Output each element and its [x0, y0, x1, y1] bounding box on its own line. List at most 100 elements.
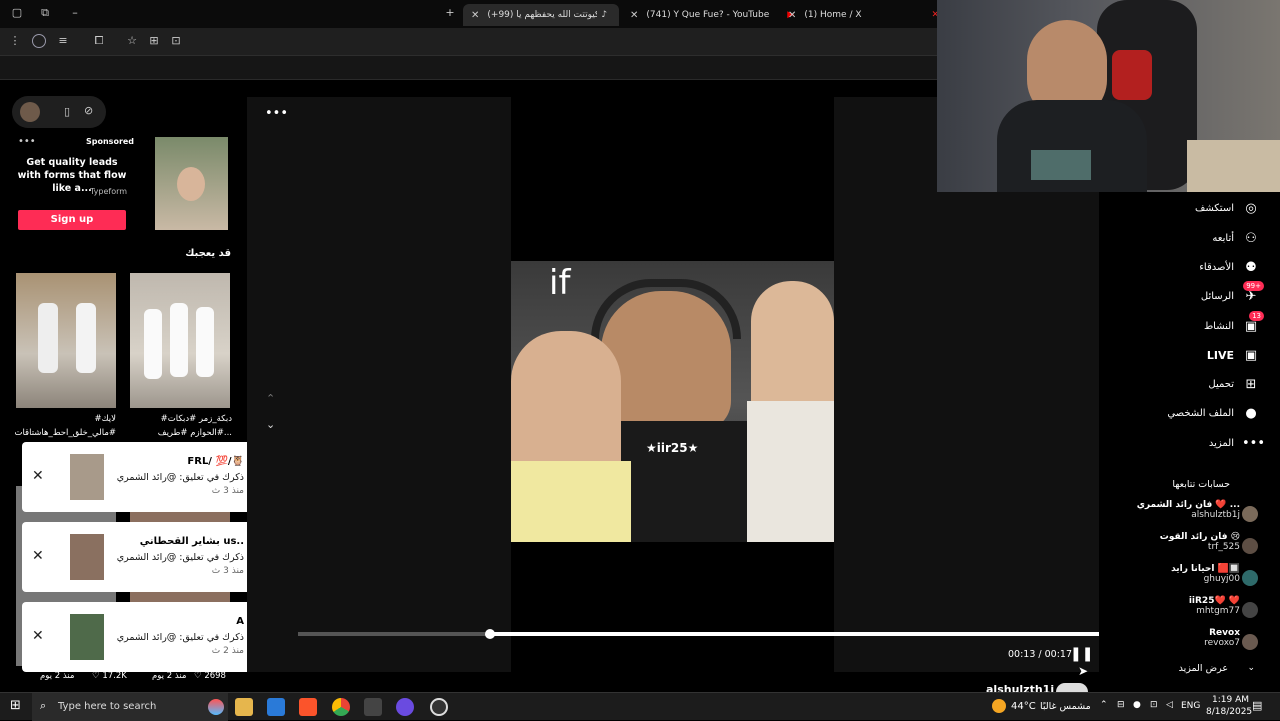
nav-item-2[interactable]: الأصدقاء ⚉ [1199, 260, 1260, 275]
new-tab-icon[interactable]: + [443, 6, 457, 20]
progress-thumb[interactable] [485, 629, 495, 639]
nav-item-7[interactable]: الملف الشخصي ● [1167, 406, 1260, 421]
mini-player-controls: ▯ ⊘ [12, 96, 106, 128]
close-icon[interactable]: ✕ [32, 468, 44, 484]
following-item[interactable]: فان رائد القوت 😢 trf_525 [1160, 532, 1240, 552]
clock-time[interactable]: 1:19 AM [1212, 695, 1249, 705]
close-icon[interactable]: ✕ [32, 628, 44, 644]
app-icon[interactable] [364, 698, 382, 716]
sponsored-label: Sponsored [86, 137, 135, 146]
cushion [1187, 140, 1280, 192]
avatar[interactable] [1242, 602, 1258, 618]
windows-start-icon[interactable]: ⊞ [10, 698, 21, 713]
video-figure [144, 309, 162, 379]
next-video-icon[interactable]: ⌄ [266, 418, 275, 431]
upload-icon: ⊞ [1245, 377, 1257, 392]
taskbar: ⊞ ⌕ Type here to search 44°C مشمس غالبًا… [0, 692, 1280, 721]
taskbar-search[interactable]: ⌕ Type here to search [32, 693, 228, 721]
menu-dots-icon[interactable]: ⋮ [8, 34, 22, 48]
nav-item-5[interactable]: LIVE ▣ [1207, 348, 1260, 363]
browser-tab-bar: ▢ ⧉ – + ✕ (+99) كيوتتت الله يحفظهم يا...… [0, 0, 939, 28]
chrome-icon[interactable] [332, 698, 350, 716]
more-options-icon[interactable]: ••• [265, 106, 288, 121]
media-control-icon[interactable]: ≡ [56, 34, 70, 48]
close-icon[interactable]: ✕ [471, 10, 479, 21]
tray-icon[interactable]: ⊟ [1117, 700, 1125, 710]
minimize-icon[interactable]: – [68, 6, 82, 20]
restore-icon[interactable]: ⧉ [38, 6, 52, 20]
ad-image[interactable] [155, 137, 228, 230]
following-item[interactable]: فان رائد الشمري ❤️ ... alshulztb1j [1137, 500, 1240, 520]
pause-icon[interactable]: ❚❚ [1070, 646, 1093, 662]
previous-video-icon[interactable]: ⌃ [266, 392, 275, 405]
notification-badge: 13 [1249, 311, 1264, 321]
share-icon[interactable]: ⊡ [169, 34, 183, 48]
video-overlay-text: if [549, 263, 571, 303]
nav-item-4[interactable]: النشاط ▣ 13 [1204, 311, 1264, 334]
tray-chevron-icon[interactable]: ⌃ [1100, 700, 1108, 710]
following-item[interactable]: احيانا رايد 🟥🔲 ghuyj00 [1171, 564, 1240, 584]
following-item[interactable]: iiR25❤️ ❤️ mhtgm77 [1189, 596, 1240, 616]
microphone-icon[interactable]: ● [1133, 700, 1141, 710]
language-indicator[interactable]: ENG [1181, 701, 1200, 711]
extension-icon[interactable] [32, 34, 46, 48]
nav-item-1[interactable]: أتابعه ⚇ [1212, 231, 1260, 246]
recommended-video-1[interactable] [16, 273, 116, 408]
tab-x[interactable]: ✕ (1) Home / X ✕ [780, 4, 939, 26]
obs-icon[interactable] [430, 698, 448, 716]
weather-icon [992, 699, 1006, 713]
avatar[interactable] [1242, 570, 1258, 586]
video-child-shirt [747, 401, 834, 542]
compass-icon: ◎ [1245, 201, 1257, 216]
bookmark-star-icon[interactable]: ☆ [125, 34, 139, 48]
browser-toolbar: ⋮ ≡ ⧠ ☆ ⊞ ⊡ [0, 28, 937, 56]
weather-temp[interactable]: 44°C [1011, 701, 1036, 712]
ad-more-icon[interactable]: ••• [18, 136, 36, 147]
video-figure [170, 303, 188, 377]
see-more-link[interactable]: عرض المزيد [1179, 663, 1228, 674]
video-frame[interactable]: if ★iir25★ [511, 261, 834, 542]
author-avatar[interactable] [1056, 683, 1088, 692]
brave-icon[interactable] [299, 698, 317, 716]
close-icon[interactable]: ✕ [630, 10, 638, 21]
close-icon[interactable]: ✕ [788, 10, 796, 21]
video-figure [76, 303, 96, 373]
nav-item-3[interactable]: الرسائل ✈ 99+ [1201, 281, 1264, 304]
notification-center-icon[interactable]: ▤ [1252, 699, 1262, 712]
phone-icon[interactable]: ▯ [64, 105, 70, 118]
avatar[interactable] [1242, 506, 1258, 522]
video-time: منذ 2 يوم [40, 671, 75, 681]
compass-icon[interactable]: ⊘ [84, 104, 93, 117]
avatar[interactable] [20, 102, 40, 122]
discord-icon[interactable] [396, 698, 414, 716]
friends-icon: ⚉ [1245, 260, 1257, 275]
close-icon[interactable]: ✕ [32, 548, 44, 564]
store-icon[interactable] [267, 698, 285, 716]
following-item[interactable]: Revox revoxo7 [1204, 628, 1240, 648]
signup-button[interactable]: Sign up [18, 210, 126, 230]
translate-icon[interactable]: ⊞ [147, 34, 161, 48]
nav-item-0[interactable]: استكشف ◎ [1195, 201, 1260, 216]
tab-youtube[interactable]: ✕ (741) Y Que Fue? - YouTube ▶ [622, 4, 794, 26]
chevron-down-icon[interactable]: ⌄ [1247, 663, 1255, 673]
shirt-print [1031, 150, 1091, 180]
network-icon[interactable]: ⊡ [1150, 700, 1158, 710]
extensions-puzzle-icon[interactable]: ⧠ [92, 34, 106, 48]
avatar[interactable] [1242, 634, 1258, 650]
recommended-video-2[interactable] [130, 273, 230, 408]
tab-tiktok[interactable]: ✕ (+99) كيوتتت الله يحفظهم يا... ♪ [463, 4, 619, 26]
video-caption[interactable]: #لايك #مالي_خلق_احط_هاشتاقات [14, 412, 116, 440]
progress-track[interactable] [298, 632, 1099, 636]
notification-badge: 99+ [1243, 281, 1264, 291]
ad-brand: Typeform [90, 187, 128, 196]
avatar[interactable] [1242, 538, 1258, 554]
volume-icon[interactable]: ◁ [1166, 700, 1173, 710]
bookmark-bar [0, 56, 937, 80]
video-caption[interactable]: #دبكة_زمر #دبكات #الحوازم #طريف... [128, 412, 232, 440]
file-explorer-icon[interactable] [235, 698, 253, 716]
window-menu-icon[interactable]: ▢ [10, 6, 24, 20]
clock-date[interactable]: 8/18/2025 [1206, 707, 1252, 717]
left-panel: ▯ ⊘ ••• Sponsored Get quality leads with… [12, 96, 237, 686]
nav-item-8[interactable]: المزيد ••• [1209, 436, 1265, 451]
nav-item-6[interactable]: تحميل ⊞ [1208, 377, 1260, 392]
